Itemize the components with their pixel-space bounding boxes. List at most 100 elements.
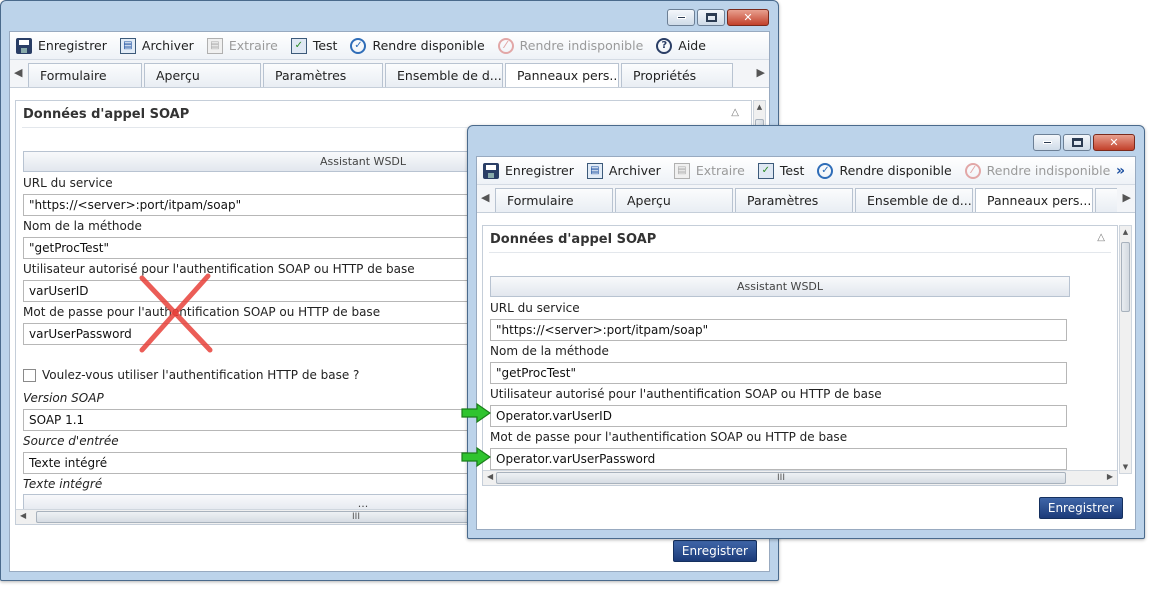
check-circle-icon: ✓ [817, 162, 834, 179]
maximize-button[interactable] [697, 9, 725, 26]
green-arrow-icon [461, 447, 491, 467]
scroll-left-icon[interactable]: ◀ [20, 511, 26, 520]
minimize-icon [1042, 141, 1052, 144]
window-controls: ✕ [1033, 134, 1135, 151]
tab-scroll-right-icon[interactable]: ▶ [1123, 191, 1131, 204]
user-label: Utilisateur autorisé pour l'authentifica… [490, 387, 882, 401]
tab-bar: ◀ Formulaire Aperçu Paramètres Ensemble … [477, 185, 1135, 213]
help-icon: ? [656, 37, 673, 54]
window-corrected: ✕ Enregistrer ▤ Archiver ▤ Extraire ✓ Test … [467, 125, 1145, 539]
toolbar-archive-button[interactable]: ▤ Archiver [586, 162, 661, 179]
toolbar-test-button[interactable]: ✓ Test [757, 162, 804, 179]
window-controls: ✕ [667, 9, 769, 26]
scroll-down-icon[interactable]: ▼ [1120, 461, 1131, 473]
green-arrow-icon [461, 403, 491, 423]
tab-dataset[interactable]: Ensemble de d... [385, 63, 503, 87]
scroll-up-icon[interactable]: ▲ [1120, 226, 1131, 238]
tab-scroll-right-icon[interactable]: ▶ [757, 66, 765, 79]
checkbox-box[interactable] [23, 368, 36, 382]
service-url-label: URL du service [23, 176, 113, 190]
minimize-button[interactable] [667, 9, 695, 26]
scroll-right-icon[interactable]: ▶ [1107, 472, 1113, 481]
save-icon [16, 37, 32, 54]
collapse-chevron-icon[interactable]: △ [1097, 232, 1105, 243]
tab-custom-panels[interactable]: Panneaux pers... [975, 188, 1093, 212]
toolbar-make-available-button[interactable]: ✓ Rendre disponible [350, 37, 485, 54]
toolbar-make-available-button[interactable]: ✓ Rendre disponible [817, 162, 952, 179]
tab-form[interactable]: Formulaire [495, 188, 613, 212]
close-icon: ✕ [1109, 136, 1119, 149]
archive-icon: ▤ [586, 162, 603, 179]
maximize-icon [1071, 138, 1083, 147]
tab-scroll-left-icon[interactable]: ◀ [481, 191, 489, 204]
toolbar-make-unavailable-button[interactable]: ⁄ Rendre indisponible [964, 162, 1110, 179]
tab-properties[interactable]: Propriétés [621, 63, 733, 87]
vertical-scroll-thumb[interactable] [1121, 242, 1130, 312]
method-name-input[interactable]: "getProcTest" [490, 362, 1067, 384]
save-button[interactable]: Enregistrer [672, 540, 757, 562]
extract-icon: ▤ [206, 37, 223, 54]
save-button[interactable]: Enregistrer [1038, 497, 1123, 519]
toolbar-extract-button[interactable]: ▤ Extraire [673, 162, 745, 179]
service-url-input[interactable]: "https://<server>:port/itpam/soap" [490, 319, 1067, 341]
tabs: Formulaire Aperçu Paramètres Ensemble de… [495, 188, 1117, 212]
wsdl-assistant-button[interactable]: Assistant WSDL [490, 276, 1070, 297]
prohibited-icon: ⁄ [964, 162, 981, 179]
section-header[interactable]: Données d'appel SOAP △ [489, 227, 1111, 253]
service-url-label: URL du service [490, 301, 580, 315]
scroll-left-icon[interactable]: ◀ [487, 472, 493, 481]
minimize-icon [676, 16, 686, 19]
vertical-scrollbar[interactable]: ▲ ▼ [1119, 225, 1132, 474]
tab-bar: ◀ Formulaire Aperçu Paramètres Ensemble … [10, 60, 769, 88]
test-icon: ✓ [290, 37, 307, 54]
tab-scroll-left-icon[interactable]: ◀ [14, 66, 22, 79]
save-icon [483, 162, 499, 179]
tab-dataset[interactable]: Ensemble de d... [855, 188, 973, 212]
input-source-label: Source d'entrée [23, 434, 119, 448]
password-label: Mot de passe pour l'authentification SOA… [490, 430, 848, 444]
maximize-button[interactable] [1063, 134, 1091, 151]
close-button[interactable]: ✕ [727, 9, 769, 26]
soap-version-label: Version SOAP [23, 391, 104, 405]
window-body: Enregistrer ▤ Archiver ▤ Extraire ✓ Test ✓ R… [476, 156, 1136, 530]
user-input[interactable]: Operator.varUserID [490, 405, 1067, 427]
method-name-label: Nom de la méthode [490, 344, 609, 358]
password-input[interactable]: Operator.varUserPassword [490, 448, 1067, 470]
tab-parameters[interactable]: Paramètres [735, 188, 853, 212]
tab-properties-partial[interactable] [1095, 188, 1117, 212]
tab-parameters[interactable]: Paramètres [263, 63, 383, 87]
close-button[interactable]: ✕ [1093, 134, 1135, 151]
tab-preview[interactable]: Aperçu [615, 188, 733, 212]
toolbar-save-button[interactable]: Enregistrer [16, 37, 107, 54]
tab-preview[interactable]: Aperçu [144, 63, 261, 87]
tab-custom-panels[interactable]: Panneaux pers... [505, 63, 619, 87]
toolbar: Enregistrer ▤ Archiver ▤ Extraire ✓ Test ✓ R… [10, 32, 769, 60]
inline-text-label: Texte intégré [23, 477, 103, 491]
tabs: Formulaire Aperçu Paramètres Ensemble de… [28, 63, 751, 87]
toolbar-test-button[interactable]: ✓ Test [290, 37, 337, 54]
archive-icon: ▤ [119, 37, 136, 54]
toolbar: Enregistrer ▤ Archiver ▤ Extraire ✓ Test ✓ R… [477, 157, 1135, 185]
minimize-button[interactable] [1033, 134, 1061, 151]
maximize-icon [705, 13, 717, 22]
toolbar-overflow-icon[interactable]: » [1116, 163, 1125, 179]
horizontal-scrollbar[interactable]: ◀ III ▶ [483, 470, 1117, 485]
toolbar-archive-button[interactable]: ▤ Archiver [119, 37, 194, 54]
red-x-mark [139, 273, 213, 353]
http-auth-checkbox[interactable]: Voulez-vous utiliser l'authentification … [23, 368, 359, 382]
toolbar-make-unavailable-button[interactable]: ⁄ Rendre indisponible [497, 37, 643, 54]
tab-form[interactable]: Formulaire [28, 63, 142, 87]
horizontal-scroll-thumb[interactable]: III [496, 472, 1066, 484]
method-name-label: Nom de la méthode [23, 219, 142, 233]
check-circle-icon: ✓ [350, 37, 367, 54]
toolbar-extract-button[interactable]: ▤ Extraire [206, 37, 278, 54]
collapse-chevron-icon[interactable]: △ [731, 107, 739, 118]
test-icon: ✓ [757, 162, 774, 179]
close-icon: ✕ [743, 11, 753, 24]
scroll-up-icon[interactable]: ▲ [754, 101, 765, 113]
toolbar-save-button[interactable]: Enregistrer [483, 162, 574, 179]
prohibited-icon: ⁄ [497, 37, 514, 54]
extract-icon: ▤ [673, 162, 690, 179]
form-content: Données d'appel SOAP △ Assistant WSDL URL… [482, 225, 1118, 486]
toolbar-help-button[interactable]: ? Aide [656, 37, 706, 54]
